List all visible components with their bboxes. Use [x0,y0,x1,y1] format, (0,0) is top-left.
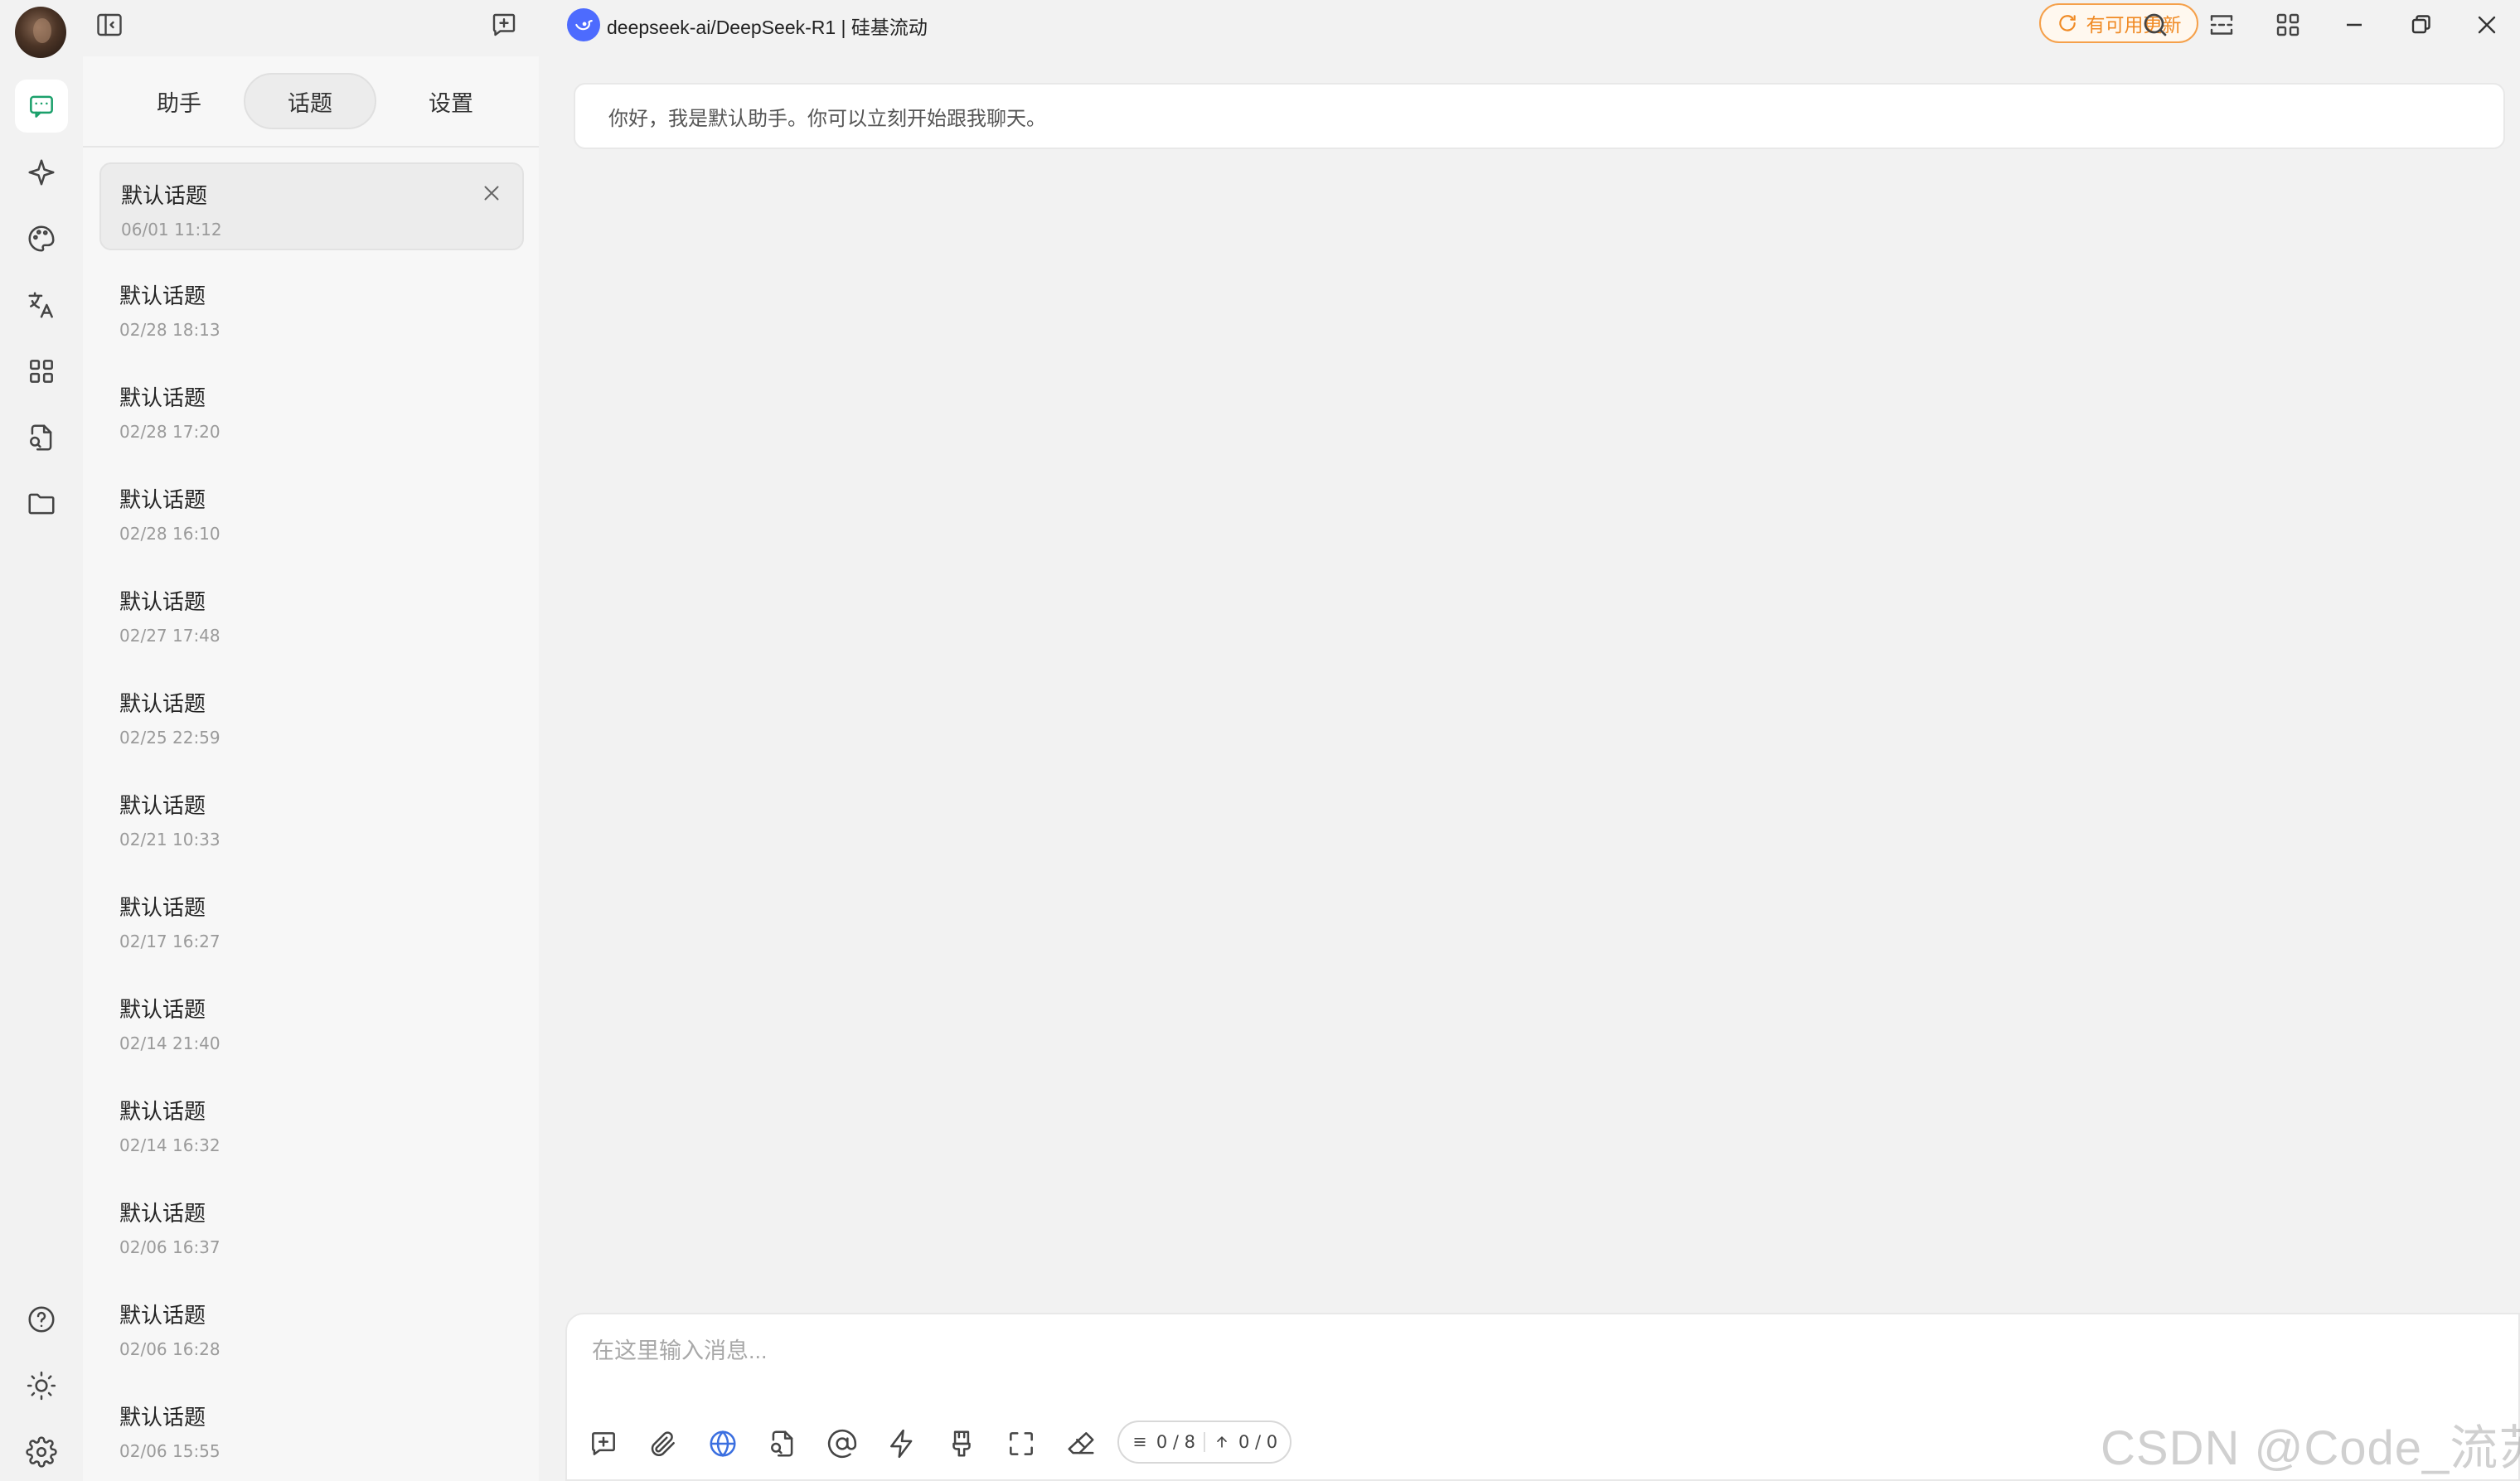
topic-time: 02/14 16:32 [119,1135,220,1155]
topic-title: 默认话题 [119,895,206,920]
topic-list: 默认话题 06/01 11:12 默认话题 02/28 18:13 默认话题 0… [99,162,524,1481]
topic-title: 默认话题 [119,1303,206,1328]
topic-title: 默认话题 [119,589,206,614]
file-search-icon[interactable] [15,411,68,464]
topic-time: 02/14 21:40 [119,1033,220,1053]
assistant-greeting: 你好，我是默认助手。你可以立刻开始跟我聊天。 [574,83,2505,149]
topic-time: 02/28 16:10 [119,524,220,544]
top-bar: deepseek-ai/DeepSeek-R1 | 硅基流动 有可用更新 [83,0,2520,50]
topic-title: 默认话题 [121,183,208,208]
topic-item[interactable]: 默认话题 02/28 16:10 [99,468,524,556]
topic-time: 02/17 16:27 [119,932,220,951]
topic-title: 默认话题 [119,793,206,818]
toggle-sidebar-icon[interactable] [90,5,129,45]
brush-icon[interactable] [940,1422,983,1465]
topic-title: 默认话题 [119,691,206,716]
icon-rail [0,0,83,1481]
deepseek-logo-icon [567,8,600,41]
tab-topics[interactable]: 话题 [244,73,376,129]
topic-item[interactable]: 默认话题 02/25 22:59 [99,672,524,760]
tab-assistant[interactable]: 助手 [113,73,245,129]
token-counter[interactable]: 0 / 8 0 / 0 [1117,1421,1292,1464]
avatar[interactable] [15,7,66,58]
topic-item[interactable]: 默认话题 02/14 21:40 [99,978,524,1066]
divider [1204,1432,1205,1452]
new-topic-icon[interactable] [582,1422,625,1465]
topic-time: 02/27 17:48 [119,626,220,646]
topic-item[interactable]: 默认话题 02/14 16:32 [99,1080,524,1168]
topic-title: 默认话题 [119,385,206,410]
search-icon[interactable] [2135,5,2175,45]
topic-item[interactable]: 默认话题 02/06 16:37 [99,1182,524,1270]
topic-time: 02/25 22:59 [119,728,220,748]
chat-icon[interactable] [15,80,68,133]
close-icon[interactable] [479,181,504,206]
watermark: CSDN @Code_流苏 [2101,1421,2520,1475]
eraser-icon[interactable] [1059,1422,1102,1465]
topic-item[interactable]: 默认话题 02/06 15:55 [99,1386,524,1474]
model-title[interactable]: deepseek-ai/DeepSeek-R1 | 硅基流动 [607,12,928,40]
topic-time: 02/06 16:28 [119,1339,220,1359]
topic-title: 默认话题 [119,1099,206,1124]
arrow-up-icon [1217,1435,1227,1448]
topic-sidebar: 助手 话题 设置 默认话题 06/01 11:12 默认话题 02/28 18:… [83,56,539,1481]
topic-item[interactable]: 默认话题 06/01 11:12 [99,162,524,250]
topic-item[interactable]: 默认话题 02/28 18:13 [99,264,524,352]
topic-title: 默认话题 [119,1405,206,1430]
token-count: 0 / 0 [1238,1432,1278,1452]
mini-apps-icon[interactable] [2268,5,2308,45]
sun-icon[interactable] [15,1359,68,1412]
greeting-text: 你好，我是默认助手。你可以立刻开始跟我聊天。 [608,107,1046,130]
topic-time: 02/21 10:33 [119,830,220,849]
palette-icon[interactable] [15,212,68,265]
folder-icon[interactable] [15,477,68,530]
topic-title: 默认话题 [119,283,206,308]
topic-time: 02/06 15:55 [119,1441,220,1461]
message-input[interactable] [592,1326,2416,1376]
topic-time: 02/28 17:20 [119,422,220,442]
minimize-icon[interactable] [2334,5,2374,45]
topic-item[interactable]: 默认话题 02/28 17:20 [99,366,524,454]
topic-time: 02/06 16:37 [119,1237,220,1257]
fullscreen-icon[interactable] [1000,1422,1043,1465]
topic-title: 默认话题 [119,487,206,512]
sparkle-icon[interactable] [15,146,68,199]
topic-time: 06/01 11:12 [121,220,222,240]
topic-item[interactable]: 默认话题 02/06 16:28 [99,1284,524,1372]
topic-title: 默认话题 [119,997,206,1022]
sidebar-tabs: 助手 话题 设置 [83,56,539,148]
context-list-icon [1134,1438,1146,1446]
gear-icon[interactable] [15,1425,68,1479]
topic-item[interactable]: 默认话题 02/17 16:27 [99,876,524,964]
refresh-icon [2058,15,2076,31]
lightning-icon[interactable] [880,1422,923,1465]
restore-icon[interactable] [2401,5,2440,45]
attachment-icon[interactable] [642,1422,685,1465]
mention-icon[interactable] [821,1422,864,1465]
topic-time: 02/28 18:13 [119,320,220,340]
topic-item[interactable]: 默认话题 02/27 17:48 [99,570,524,658]
web-search-icon[interactable] [701,1422,744,1465]
apps-grid-icon[interactable] [15,345,68,398]
layout-icon[interactable] [2202,5,2241,45]
topic-title: 默认话题 [119,1201,206,1226]
context-count: 0 / 8 [1156,1432,1195,1452]
help-icon[interactable] [15,1293,68,1346]
knowledge-base-icon[interactable] [761,1422,804,1465]
new-topic-icon[interactable] [484,5,524,45]
translate-icon[interactable] [15,278,68,332]
close-window-icon[interactable] [2467,5,2507,45]
topic-item[interactable]: 默认话题 02/21 10:33 [99,774,524,862]
tab-settings[interactable]: 设置 [385,73,517,129]
